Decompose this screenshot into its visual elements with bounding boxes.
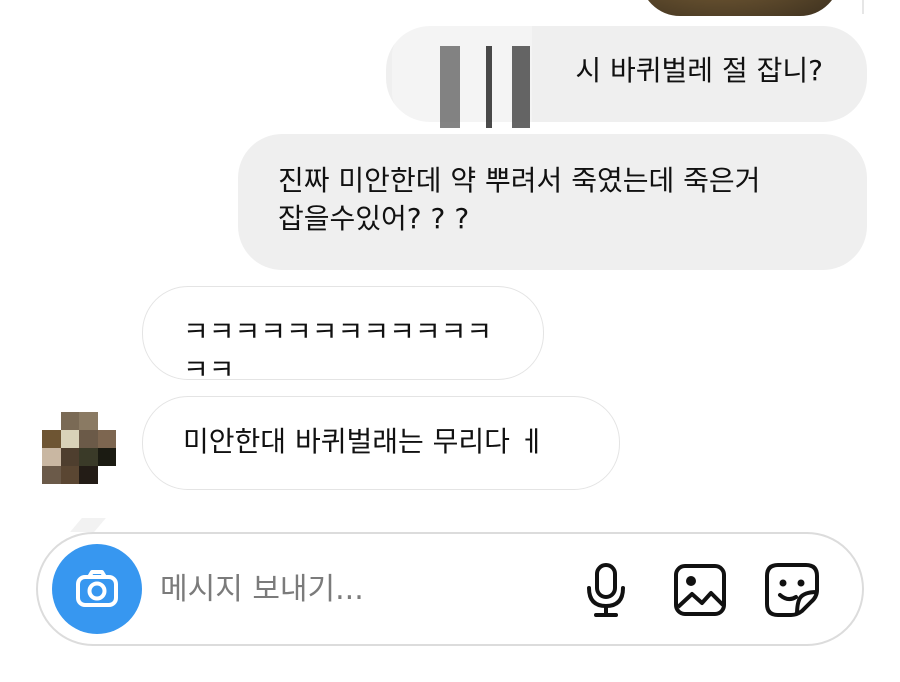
camera-button[interactable] xyxy=(52,544,142,634)
sticker-button[interactable] xyxy=(764,560,820,620)
message-composer: 메시지 보내기... xyxy=(36,532,864,646)
microphone-icon xyxy=(587,563,625,617)
scroll-indicator xyxy=(862,0,864,14)
sender-avatar[interactable] xyxy=(42,412,116,484)
camera-icon xyxy=(76,570,118,607)
message-text: ㅋㅋㅋㅋㅋㅋㅋㅋㅋㅋㅋㅋㅋㅋ xyxy=(183,315,493,386)
incoming-message-bubble[interactable]: 미안한대 바퀴벌래는 무리다 ㅔ xyxy=(142,396,620,490)
shared-photo-thumbnail[interactable] xyxy=(640,0,840,16)
message-text: 시 바퀴벌레 절 잡니? xyxy=(575,54,823,87)
incoming-message-bubble[interactable]: ㅋㅋㅋㅋㅋㅋㅋㅋㅋㅋㅋㅋㅋㅋ xyxy=(142,286,544,386)
message-text: 진짜 미안한데 약 뿌려서 죽였는데 죽은거 잡을수있어? ? ? xyxy=(278,164,761,235)
message-text: 미안한대 바퀴벌래는 무리다 ㅔ xyxy=(183,425,545,458)
gallery-button[interactable] xyxy=(672,560,728,620)
outgoing-message-bubble[interactable]: 시 바퀴벌레 절 잡니? xyxy=(386,26,867,128)
outgoing-message-bubble[interactable]: 진짜 미안한데 약 뿌려서 죽였는데 죽은거 잡을수있어? ? ? xyxy=(238,134,867,270)
sticker-icon xyxy=(765,563,819,617)
chat-screen: 시 바퀴벌레 절 잡니? 진짜 미안한데 약 뿌려서 죽였는데 죽은거 잡을수있… xyxy=(0,0,900,682)
message-input[interactable]: 메시지 보내기... xyxy=(160,570,364,610)
voice-message-button[interactable] xyxy=(578,560,634,620)
gallery-icon xyxy=(674,564,726,616)
redaction-mosaic xyxy=(406,46,536,128)
bubble-tail xyxy=(70,518,106,532)
